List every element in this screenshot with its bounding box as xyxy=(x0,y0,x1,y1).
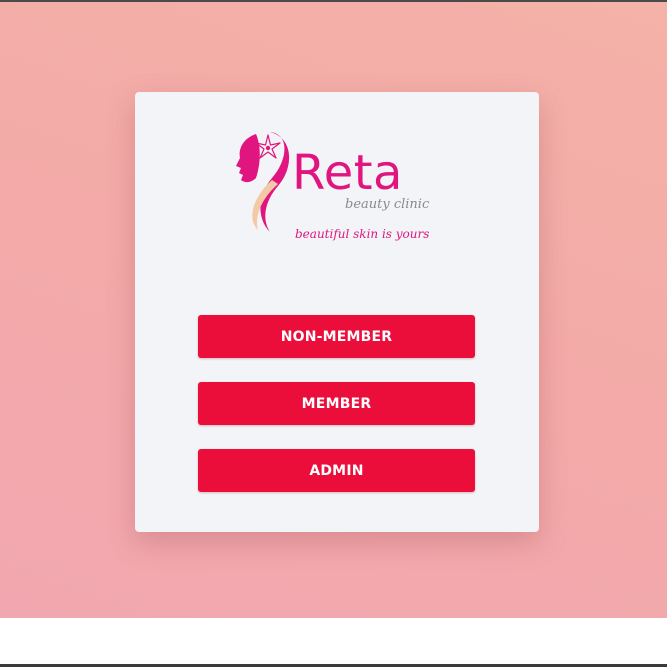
face-profile-silhouette xyxy=(236,134,260,183)
admin-button[interactable]: ADMIN xyxy=(198,449,475,492)
brand-name: Reta xyxy=(292,145,403,201)
reta-logo: Reta beauty clinic beautiful skin is you… xyxy=(236,132,430,241)
brand-subtitle: beauty clinic xyxy=(345,197,430,212)
role-selection-card: Reta beauty clinic beautiful skin is you… xyxy=(135,92,539,532)
member-button[interactable]: MEMBER xyxy=(198,382,475,425)
non-member-button[interactable]: NON-MEMBER xyxy=(198,315,475,358)
brand-tagline: beautiful skin is yours xyxy=(295,227,429,241)
page-background: Reta beauty clinic beautiful skin is you… xyxy=(0,2,667,618)
